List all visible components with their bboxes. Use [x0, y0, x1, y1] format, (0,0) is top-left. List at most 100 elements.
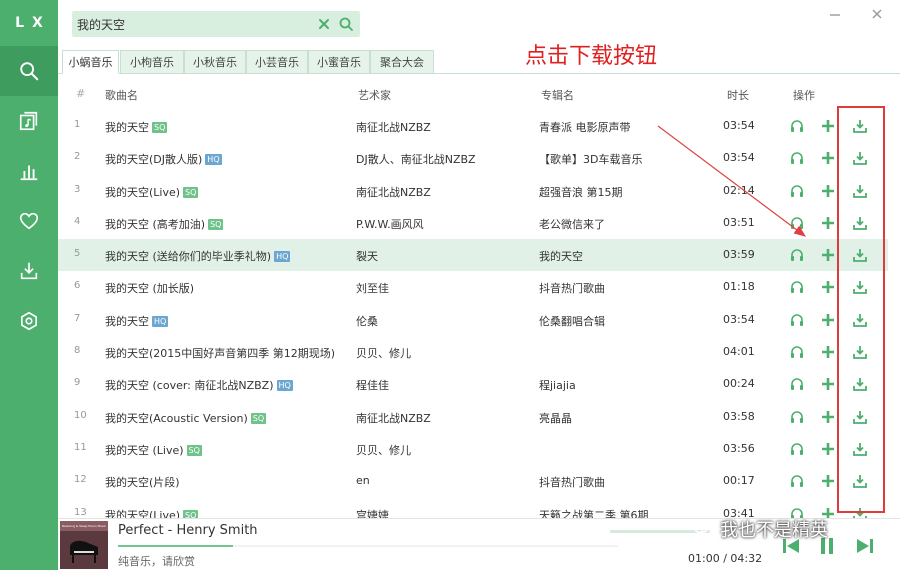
search-icon[interactable] — [338, 16, 354, 32]
add-to-list-icon[interactable] — [820, 279, 836, 295]
listen-icon[interactable] — [789, 376, 805, 392]
quality-badge: SQ — [183, 509, 199, 518]
album-cover[interactable]: Relaxing & Sleep Piano Music — [60, 521, 108, 569]
watermark: 我也不是精英 — [692, 516, 828, 542]
row-index: 13 — [74, 506, 87, 518]
add-to-list-icon[interactable] — [820, 247, 836, 263]
duration: 02:14 — [723, 183, 755, 197]
table-row[interactable]: 9 我的天空 (cover: 南征北战NZBZ) HQ 程佳佳 程jiajia 00:24 — [58, 368, 888, 400]
listen-icon[interactable] — [789, 473, 805, 489]
sidebar-item-download[interactable] — [0, 246, 58, 296]
album-name: 老公微信来了 — [539, 217, 605, 231]
download-icon[interactable] — [852, 312, 868, 328]
song-name: 我的天空(Live) SQ — [105, 507, 199, 518]
add-to-list-icon[interactable] — [820, 441, 836, 457]
table-row[interactable]: 5 我的天空 (送给你们的毕业季礼物) HQ 裂天 我的天空 03:59 — [58, 239, 888, 272]
tab-source-2[interactable]: 小秋音乐 — [184, 50, 246, 74]
table-row[interactable]: 3 我的天空(Live) SQ 南征北战NZBZ 超强音浪 第15期 02:14 — [58, 175, 888, 207]
table-row[interactable]: 7 我的天空 HQ 伦桑 伦桑翻唱合辑 03:54 — [58, 304, 888, 336]
download-icon[interactable] — [852, 409, 868, 425]
listen-icon[interactable] — [789, 215, 805, 231]
clear-icon[interactable] — [316, 16, 332, 32]
listen-icon[interactable] — [789, 118, 805, 134]
progress-bar[interactable] — [118, 545, 618, 547]
row-index: 9 — [74, 377, 81, 389]
add-to-list-icon[interactable] — [820, 150, 836, 166]
app-logo: LX — [15, 15, 51, 31]
album-name: 程jiajia — [539, 379, 576, 393]
tab-source-5[interactable]: 聚合大会 — [370, 50, 434, 74]
add-to-list-icon[interactable] — [820, 376, 836, 392]
add-to-list-icon[interactable] — [820, 312, 836, 328]
song-name: 我的天空(片段) — [105, 474, 180, 490]
listen-icon[interactable] — [789, 150, 805, 166]
listen-icon[interactable] — [789, 312, 805, 328]
sidebar-item-favorites[interactable] — [0, 196, 58, 246]
add-to-list-icon[interactable] — [820, 409, 836, 425]
table-row[interactable]: 6 我的天空 (加长版) 刘至佳 抖音热门歌曲 01:18 — [58, 271, 888, 303]
artist-name: en — [356, 474, 370, 488]
table-row[interactable]: 13 我的天空(Live) SQ 宫婕婕 天籁之战第二季 第6期 03:41 — [58, 498, 888, 518]
song-name: 我的天空 (cover: 南征北战NZBZ) HQ — [105, 377, 293, 393]
tab-source-3[interactable]: 小芸音乐 — [246, 50, 308, 74]
download-icon[interactable] — [852, 506, 868, 518]
download-icon[interactable] — [852, 183, 868, 199]
download-icon[interactable] — [852, 247, 868, 263]
album-name: 天籁之战第二季 第6期 — [539, 508, 649, 518]
table-row[interactable]: 2 我的天空(DJ散人版) HQ DJ散人、南征北战NZBZ 【歌单】3D车载音乐 03:… — [58, 142, 888, 174]
song-name-text: 我的天空 — [105, 314, 149, 328]
duration: 03:54 — [723, 119, 755, 132]
add-to-list-icon[interactable] — [820, 183, 836, 199]
download-icon[interactable] — [852, 376, 868, 392]
quality-badge: HQ — [274, 251, 291, 263]
listen-icon[interactable] — [789, 409, 805, 425]
listen-icon[interactable] — [789, 183, 805, 199]
add-to-list-icon[interactable] — [820, 215, 836, 231]
song-name-text: 我的天空(DJ散人版) — [105, 153, 203, 167]
table-row[interactable]: 8 我的天空(2015中国好声音第四季 第12期现场) 贝贝、修儿 04:01 — [58, 336, 888, 368]
download-icon[interactable] — [852, 150, 868, 166]
download-icon[interactable] — [852, 344, 868, 360]
watermark-text: 我也不是精英 — [720, 520, 828, 541]
tab-source-0[interactable]: 小蜗音乐 — [62, 50, 119, 74]
song-name-text: 我的天空(2015中国好声音第四季 第12期现场) — [105, 347, 336, 361]
sidebar-item-leaderboard[interactable] — [0, 146, 58, 196]
search-input[interactable] — [72, 11, 312, 37]
minimize-icon[interactable] — [828, 8, 842, 22]
col-song-name: 歌曲名 — [105, 89, 138, 102]
song-name-text: 我的天空 (加长版) — [105, 282, 195, 296]
listen-icon[interactable] — [789, 441, 805, 457]
add-to-list-icon[interactable] — [820, 473, 836, 489]
download-icon[interactable] — [852, 441, 868, 457]
sidebar-item-song-list[interactable] — [0, 96, 58, 146]
listen-icon[interactable] — [789, 279, 805, 295]
download-icon[interactable] — [852, 279, 868, 295]
add-to-list-icon[interactable] — [820, 118, 836, 134]
album-name: 抖音热门歌曲 — [539, 476, 605, 490]
sidebar-item-search[interactable] — [0, 46, 58, 96]
table-row[interactable]: 11 我的天空 (Live) SQ 贝贝、修儿 03:56 — [58, 433, 888, 465]
table-row[interactable]: 4 我的天空 (高考加油) SQ P.W.W.画风风 老公微信来了 03:51 — [58, 207, 888, 239]
download-icon[interactable] — [852, 118, 868, 134]
tab-source-1[interactable]: 小枸音乐 — [120, 50, 184, 74]
add-to-list-icon[interactable] — [820, 344, 836, 360]
song-name-text: 我的天空(Live) — [105, 508, 181, 518]
listen-icon[interactable] — [789, 344, 805, 360]
track-subtitle: 纯音乐，请欣赏 — [118, 555, 195, 568]
song-name-text: 我的天空 (cover: 南征北战NZBZ) — [105, 379, 274, 393]
close-icon[interactable] — [870, 7, 884, 21]
download-icon[interactable] — [852, 215, 868, 231]
listen-icon[interactable] — [789, 247, 805, 263]
source-tabs: 小蜗音乐 小枸音乐 小秋音乐 小芸音乐 小蜜音乐 聚合大会 — [58, 48, 900, 74]
tab-source-4[interactable]: 小蜜音乐 — [308, 50, 370, 74]
scrollbar[interactable] — [888, 110, 900, 518]
album-name: 亮晶晶 — [539, 411, 572, 425]
table-row[interactable]: 10 我的天空(Acoustic Version) SQ 南征北战NZBZ 亮晶晶 03:… — [58, 401, 888, 433]
table-row[interactable]: 12 我的天空(片段) en 抖音热门歌曲 00:17 — [58, 465, 888, 497]
download-icon[interactable] — [852, 473, 868, 489]
next-icon[interactable] — [854, 535, 876, 557]
artist-name: 伦桑 — [356, 314, 378, 328]
artist-name: 南征北战NZBZ — [356, 121, 431, 134]
sidebar-item-settings[interactable] — [0, 296, 58, 346]
table-row[interactable]: 1 我的天空 SQ 南征北战NZBZ 青春派 电影原声带 03:54 — [58, 110, 888, 142]
